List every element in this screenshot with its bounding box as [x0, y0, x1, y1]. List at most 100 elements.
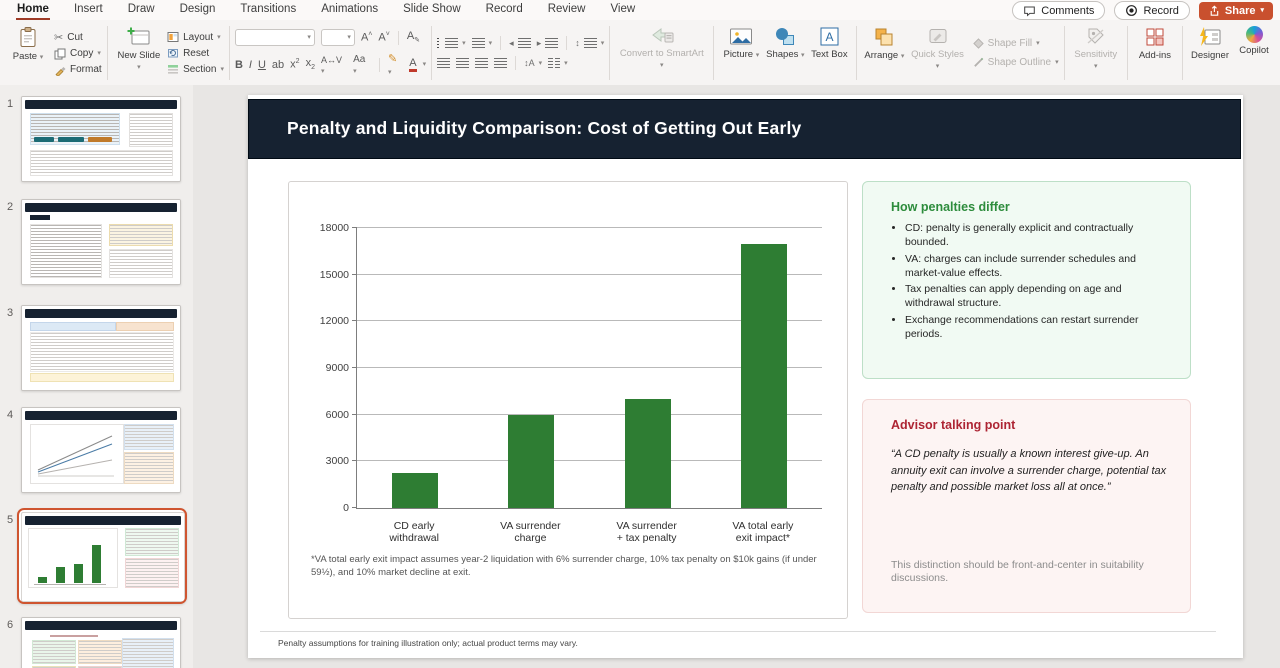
italic-button[interactable]: I	[249, 59, 252, 71]
align-right-button[interactable]	[475, 58, 489, 68]
superscript-button[interactable]: x2	[290, 58, 299, 71]
sensitivity-button[interactable]: Sensitivity ▾	[1070, 21, 1122, 85]
penalties-bullet-list: CD: penalty is generally explicit and co…	[863, 222, 1190, 342]
section-icon	[168, 65, 179, 74]
tab-home[interactable]: Home	[16, 1, 50, 20]
advisor-panel[interactable]: Advisor talking point “A CD penalty is u…	[862, 399, 1191, 613]
quick-styles-label: Quick Styles	[911, 49, 964, 60]
character-spacing-button[interactable]: A↔V ▾	[321, 55, 347, 75]
new-slide-icon	[127, 27, 150, 45]
shape-fill-label: Shape Fill	[987, 38, 1033, 49]
numbering-button[interactable]: ▾	[471, 38, 492, 48]
chart-bar	[740, 243, 787, 508]
record-icon	[1126, 5, 1138, 16]
slide-thumbnail-panel: 1 2 3 4 5 6	[0, 85, 194, 668]
columns-button[interactable]: ▾	[548, 58, 568, 68]
slide-number: 6	[7, 619, 14, 631]
indent-right-icon: ▸	[536, 37, 542, 48]
new-slide-button[interactable]: New Slide ▾	[113, 21, 165, 85]
slide-title-bar[interactable]: Penalty and Liquidity Comparison: Cost o…	[248, 99, 1241, 159]
y-axis-tick-label: 12000	[319, 315, 349, 328]
slide-5-thumbnail-selected[interactable]	[17, 508, 187, 604]
paste-button[interactable]: Paste ▾	[6, 21, 50, 85]
line-spacing-button[interactable]: ↕ ▾	[575, 38, 604, 48]
change-case-button[interactable]: Aa ▾	[353, 54, 371, 76]
clear-formatting-button[interactable]: A✎	[407, 30, 420, 44]
comments-button[interactable]: Comments	[1012, 1, 1106, 20]
layout-icon	[167, 32, 179, 42]
y-axis-tick-label: 18000	[319, 222, 349, 234]
picture-button[interactable]: Picture ▾	[719, 21, 763, 85]
decrease-indent-button[interactable]: ◂	[509, 38, 531, 49]
numbered-list-icon	[471, 38, 485, 48]
strikethrough-button[interactable]: ab	[272, 59, 284, 71]
font-size-select[interactable]: ▾	[320, 29, 355, 46]
decrease-font-size-button[interactable]: A˅	[378, 31, 389, 44]
arrange-button[interactable]: Arrange ▾	[862, 21, 906, 85]
increase-font-size-button[interactable]: A˄	[361, 31, 372, 44]
bullets-button[interactable]: ▾	[437, 38, 466, 48]
slide-4-thumbnail[interactable]	[21, 407, 181, 493]
slide-2-thumbnail[interactable]	[21, 199, 181, 285]
justify-button[interactable]	[494, 58, 508, 68]
tab-review[interactable]: Review	[547, 1, 587, 20]
shape-outline-button[interactable]: Shape Outline ▾	[973, 57, 1059, 68]
tab-animations[interactable]: Animations	[320, 1, 379, 20]
tab-slide-show[interactable]: Slide Show	[402, 1, 462, 20]
add-ins-button[interactable]: Add-ins	[1133, 21, 1177, 85]
slide-6-thumbnail[interactable]	[21, 617, 181, 668]
shapes-button[interactable]: Shapes ▾	[763, 21, 807, 85]
record-button[interactable]: Record	[1114, 1, 1190, 20]
tab-record[interactable]: Record	[485, 1, 524, 20]
tab-draw[interactable]: Draw	[127, 1, 156, 20]
add-ins-label: Add-ins	[1138, 50, 1172, 61]
y-axis-tick-label: 0	[343, 502, 349, 514]
align-left-button[interactable]	[437, 58, 451, 68]
underline-button[interactable]: U	[258, 59, 266, 71]
slide-miniature	[22, 200, 180, 284]
paste-label: Paste	[12, 51, 38, 62]
slide-5-canvas[interactable]: Penalty and Liquidity Comparison: Cost o…	[248, 95, 1243, 658]
cut-button[interactable]: ✂ Cut	[54, 31, 102, 44]
increase-indent-button[interactable]: ▸	[537, 38, 559, 49]
slide-1-thumbnail[interactable]	[21, 96, 181, 182]
quick-styles-button[interactable]: Quick Styles ▾	[906, 21, 968, 85]
bold-button[interactable]: B	[235, 59, 243, 71]
subscript-button[interactable]: x2	[306, 57, 315, 71]
text-direction-icon: ↕A	[524, 58, 535, 68]
text-box-button[interactable]: A Text Box	[807, 21, 851, 85]
text-direction-button[interactable]: ↕A ▾	[524, 58, 542, 68]
font-color-button[interactable]: A	[409, 57, 417, 72]
convert-to-smartart-button[interactable]: Convert to SmartArt ▾	[615, 21, 708, 85]
tab-transitions[interactable]: Transitions	[239, 1, 297, 20]
section-label: Section	[183, 63, 217, 75]
section-button[interactable]: Section ▾	[167, 63, 224, 75]
font-name-select[interactable]: ▾	[234, 29, 315, 46]
penalties-panel[interactable]: How penalties differ CD: penalty is gene…	[862, 181, 1191, 379]
x-axis-category-label: VA total early exit impact*	[732, 520, 794, 545]
font-color-chevron-icon: ▾	[422, 61, 427, 68]
highlight-pen-button[interactable]: ✎ ▾	[388, 52, 403, 77]
tab-view[interactable]: View	[609, 1, 636, 20]
tab-insert[interactable]: Insert	[73, 1, 104, 20]
bar-chart-object[interactable]: 0 3000 6000 9000 12000 15000 18000 CD early wi…	[288, 181, 848, 619]
copilot-button[interactable]: Copilot	[1232, 21, 1276, 85]
share-chevron-icon: ▾	[1260, 7, 1264, 14]
slide-3-thumbnail[interactable]	[21, 305, 181, 391]
align-center-button[interactable]	[456, 58, 470, 68]
shape-fill-button[interactable]: Shape Fill ▾	[972, 38, 1059, 49]
reset-button[interactable]: Reset	[167, 47, 224, 59]
share-label: Share	[1224, 4, 1256, 17]
powerpoint-window: Home Insert Draw Design Transitions Anim…	[0, 0, 1280, 668]
copy-button[interactable]: Copy ▾	[54, 48, 102, 60]
share-button[interactable]: Share ▾	[1198, 1, 1273, 20]
tab-design[interactable]: Design	[179, 1, 217, 20]
format-painter-button[interactable]: Format	[54, 64, 102, 76]
align-left-icon	[437, 58, 451, 68]
bullet-item: CD: penalty is generally explicit and co…	[905, 222, 1170, 250]
sensitivity-label: Sensitivity	[1074, 49, 1118, 60]
picture-icon	[730, 28, 753, 45]
comments-label: Comments	[1041, 4, 1095, 17]
layout-button[interactable]: Layout ▾	[167, 31, 224, 43]
designer-button[interactable]: Designer	[1188, 21, 1232, 85]
